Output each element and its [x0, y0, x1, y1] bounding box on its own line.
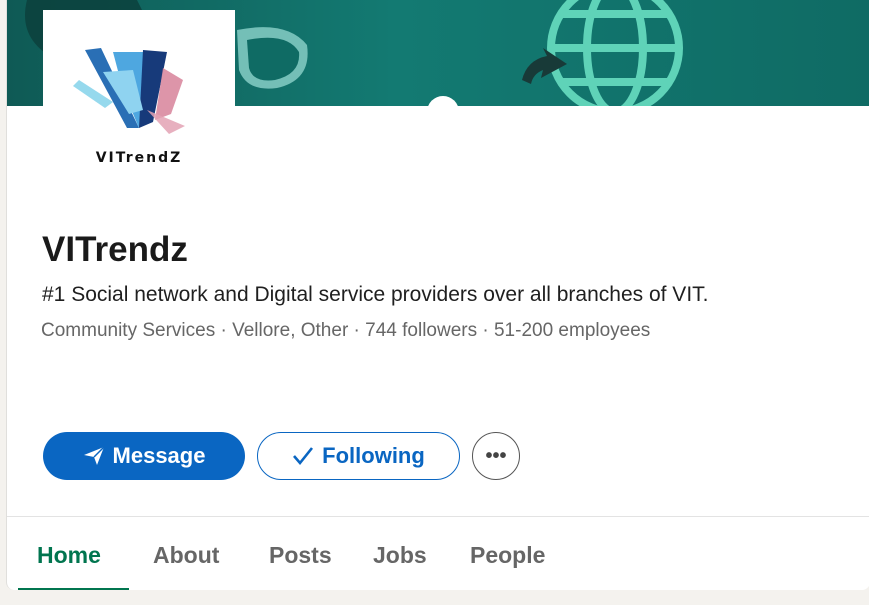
globe-icon: [547, 0, 683, 106]
page-tabs: Home About Posts Jobs People: [7, 516, 869, 590]
tab-about[interactable]: About: [153, 542, 219, 569]
company-logo[interactable]: VITrendZ: [43, 10, 235, 182]
following-label: Following: [322, 443, 425, 468]
active-tab-indicator: [18, 588, 129, 590]
message-label: Message: [112, 443, 206, 468]
company-meta: Community Services · Vellore, Other · 74…: [41, 320, 651, 341]
company-card: VITrendZ VITrendz #1 Social network and …: [6, 0, 869, 590]
tab-home[interactable]: Home: [37, 542, 101, 569]
tab-people[interactable]: People: [470, 542, 545, 569]
company-name: VITrendz: [42, 230, 188, 269]
following-button[interactable]: Following: [257, 432, 460, 480]
tab-posts[interactable]: Posts: [269, 542, 332, 569]
send-icon: [83, 446, 105, 465]
message-button[interactable]: Message: [43, 432, 245, 480]
logo-wordmark: VITrendZ: [95, 150, 183, 166]
more-icon: •••: [485, 444, 507, 467]
more-options-button[interactable]: •••: [472, 432, 520, 480]
tab-jobs[interactable]: Jobs: [373, 542, 427, 569]
check-icon: [293, 447, 314, 466]
company-tagline: #1 Social network and Digital service pr…: [42, 283, 709, 306]
